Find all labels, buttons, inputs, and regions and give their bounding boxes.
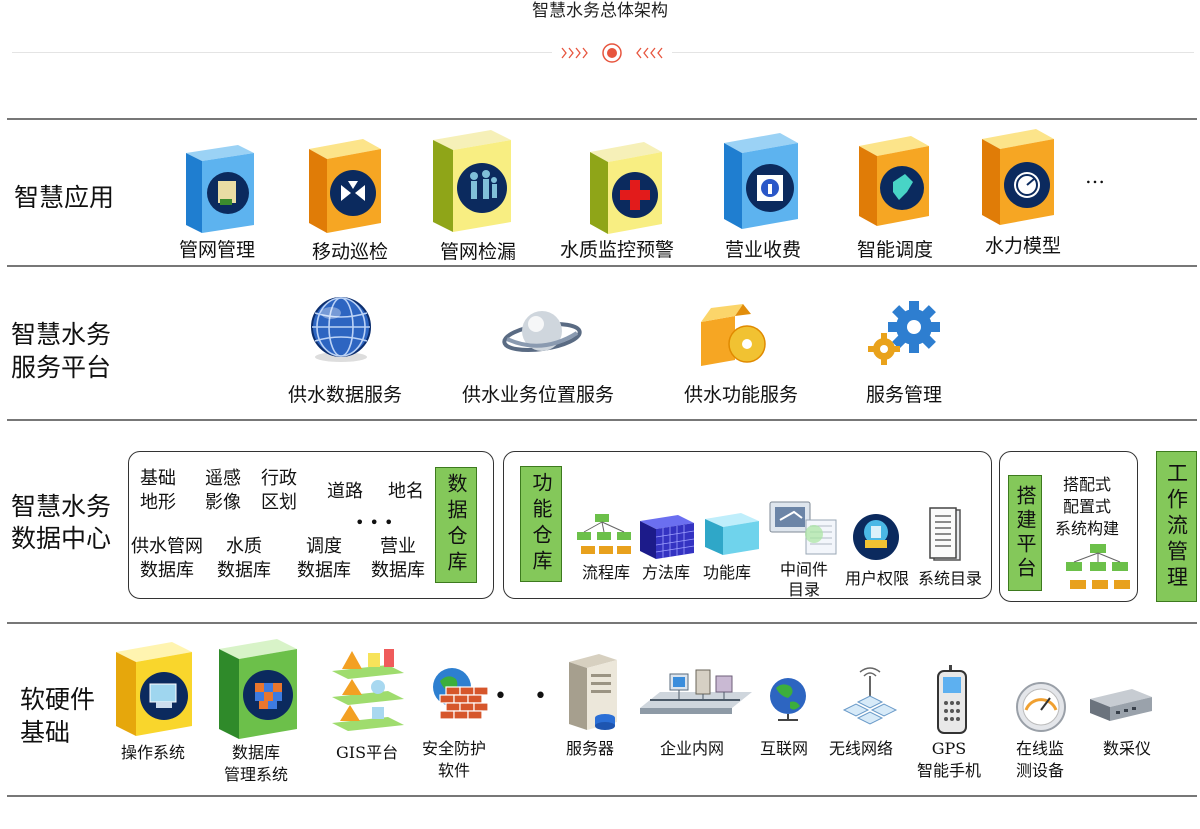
- infra-label: 服务器: [566, 739, 615, 758]
- row-label-infra-2: 基础: [20, 718, 71, 747]
- infra-label: 企业内网: [660, 739, 725, 758]
- service-label: 供水数据服务: [287, 384, 403, 406]
- row-label-infra-1: 软硬件: [20, 685, 96, 714]
- warehouse-item: 地名: [388, 481, 424, 502]
- infra-label: 互联网: [760, 739, 809, 758]
- rule-bottom: [7, 795, 1197, 797]
- infra-label: 操作系统: [121, 743, 186, 762]
- function-label: 流程库: [582, 563, 631, 582]
- box-orange-arrows-icon: [305, 137, 385, 235]
- function-label: 系统目录: [918, 569, 983, 588]
- wireless-icon: [838, 662, 902, 728]
- app-label: 营业收费: [724, 239, 802, 261]
- app-label: 管网管理: [178, 239, 256, 261]
- flow-blocks-icon: [1062, 542, 1134, 594]
- box-yellow-people-icon: [429, 128, 515, 234]
- infra-label: 安全防护 软件: [422, 739, 487, 780]
- box-orange-gauge-icon: [978, 127, 1058, 227]
- header-rule-left: [12, 52, 552, 53]
- box-blue-maintenance-icon: [180, 143, 258, 235]
- box-cd-icon: [695, 302, 769, 368]
- cube-icon: [703, 507, 761, 557]
- document-icon: [928, 506, 964, 562]
- page-title: 智慧水务总体架构: [532, 1, 668, 21]
- server-icon: [563, 652, 621, 732]
- planet-icon: [502, 303, 582, 363]
- infra-label: 数据库 管理系统: [224, 743, 289, 784]
- row-label-apps: 智慧应用: [14, 183, 115, 212]
- warehouse-item: 行政 区划: [261, 468, 297, 513]
- infra-label: 无线网络: [829, 739, 894, 758]
- warehouse-ellipsis: • • •: [355, 513, 394, 532]
- warehouse-item: 营业 数据库: [371, 536, 425, 581]
- warehouse-item: 调度 数据库: [297, 536, 351, 581]
- row-label-data-1: 智慧水务: [11, 492, 112, 521]
- box-yellow-red-cross-icon: [586, 140, 666, 236]
- infra-label: GPS 智能手机: [917, 739, 982, 780]
- function-warehouse-tag: 功能仓库: [520, 466, 562, 582]
- box-blue-info-icon: [720, 131, 802, 231]
- row-label-service-2: 服务平台: [11, 353, 112, 382]
- function-label: 功能库: [703, 563, 752, 582]
- warehouse-item: 遥感 影像: [205, 468, 241, 513]
- build-platform-tag: 搭建平台: [1008, 475, 1042, 591]
- app-label: 水力模型: [984, 235, 1062, 257]
- row-label-data-2: 数据中心: [11, 524, 112, 553]
- box-yellow-monitor-icon: [112, 640, 196, 738]
- infra-label: 数采仪: [1103, 739, 1152, 758]
- user-auth-icon: [851, 512, 901, 562]
- header-rule-right: [672, 52, 1194, 53]
- app-label: 移动巡检: [311, 241, 389, 263]
- cube-grid-icon: [638, 507, 696, 561]
- device-box-icon: [1088, 685, 1154, 725]
- gis-layers-icon: [328, 643, 408, 733]
- data-warehouse-tag: 数据仓库: [435, 467, 477, 583]
- warehouse-item: 基础 地形: [140, 468, 176, 513]
- lan-icon: [640, 668, 754, 722]
- header-target-icon: [556, 42, 668, 64]
- warehouse-item: 水质 数据库: [217, 536, 271, 581]
- service-label: 服务管理: [865, 384, 943, 406]
- service-label: 供水功能服务: [683, 384, 799, 406]
- function-label: 用户权限: [845, 569, 910, 588]
- internet-globe-icon: [766, 676, 810, 722]
- app-label: 管网检漏: [439, 241, 517, 263]
- service-label: 供水业务位置服务: [461, 384, 615, 406]
- row-label-service-1: 智慧水务: [11, 320, 112, 349]
- function-label: 中间件 目录: [780, 560, 829, 599]
- app-label: 水质监控预警: [559, 239, 675, 261]
- rule-data-infra: [7, 622, 1197, 624]
- gears-icon: [866, 299, 942, 367]
- globe-icon: [305, 295, 377, 363]
- rule-top: [7, 118, 1197, 120]
- infra-label: GIS平台: [336, 743, 399, 762]
- flow-blocks-icon: [575, 512, 635, 558]
- workflow-tag: 工作流管理: [1156, 451, 1197, 602]
- middleware-icon: [768, 500, 840, 556]
- box-green-cubes-icon: [215, 637, 301, 741]
- warehouse-item: 道路: [327, 481, 363, 502]
- more-apps-ellipsis: …: [1085, 164, 1105, 188]
- infra-label: 在线监 测设备: [1016, 739, 1065, 780]
- mobile-phone-icon: [935, 665, 969, 735]
- rule-service-data: [7, 419, 1197, 421]
- firewall-icon: [430, 665, 492, 723]
- build-platform-text: 搭配式 配置式 系统构建: [1055, 475, 1120, 538]
- meter-icon: [1014, 680, 1068, 734]
- box-orange-map-icon: [855, 134, 933, 228]
- app-label: 智能调度: [856, 239, 934, 261]
- warehouse-item: 供水管网 数据库: [131, 536, 203, 581]
- rule-apps-service: [7, 265, 1197, 267]
- function-label: 方法库: [642, 563, 691, 582]
